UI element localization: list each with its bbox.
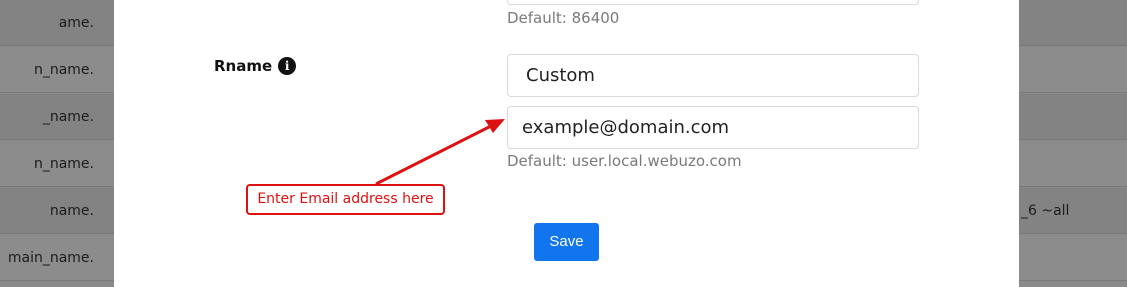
table-row: main_name. (0, 235, 114, 281)
arrow-line (375, 123, 494, 186)
save-button[interactable]: Save (534, 223, 599, 261)
table-row: ame. (0, 0, 114, 46)
rname-label-group: Rname i (214, 57, 297, 75)
background-table-right: _6 ~all (1019, 0, 1127, 287)
table-cell: _name. (42, 109, 94, 125)
table-cell: name. (49, 203, 94, 219)
info-icon[interactable]: i (278, 57, 297, 75)
table-cell: n_name. (33, 62, 94, 78)
rname-email-input[interactable]: example@domain.com (507, 106, 919, 149)
table-row (1019, 94, 1127, 140)
rname-email-value: example@domain.com (522, 117, 730, 138)
table-cell: main_name. (7, 250, 94, 266)
table-row: _6 ~all (1019, 188, 1127, 234)
rname-type-value: Custom (526, 65, 595, 86)
ttl-default-hint: Default: 86400 (507, 9, 620, 27)
table-row (1019, 141, 1127, 187)
table-row: name. (0, 188, 114, 234)
table-row (1019, 235, 1127, 281)
table-cell: n_name. (33, 156, 94, 172)
table-cell: _6 ~all (1021, 203, 1070, 219)
table-row: n_name. (0, 47, 114, 93)
table-cell: ame. (58, 15, 94, 31)
table-row (1019, 0, 1127, 46)
rname-default-hint: Default: user.local.webuzo.com (507, 152, 742, 170)
rname-label: Rname (214, 57, 273, 75)
table-row: _name. (0, 94, 114, 140)
arrow-head (485, 119, 505, 133)
ttl-input[interactable] (507, 0, 919, 5)
table-row: n_name. (0, 141, 114, 187)
edit-record-modal: Default: 86400 Rname i Custom example@do… (114, 0, 1019, 287)
rname-type-select[interactable]: Custom (507, 54, 919, 97)
annotation-callout: Enter Email address here (246, 184, 445, 215)
background-table-left: ame. n_name. _name. n_name. name. main_n… (0, 0, 114, 287)
table-row (1019, 47, 1127, 93)
